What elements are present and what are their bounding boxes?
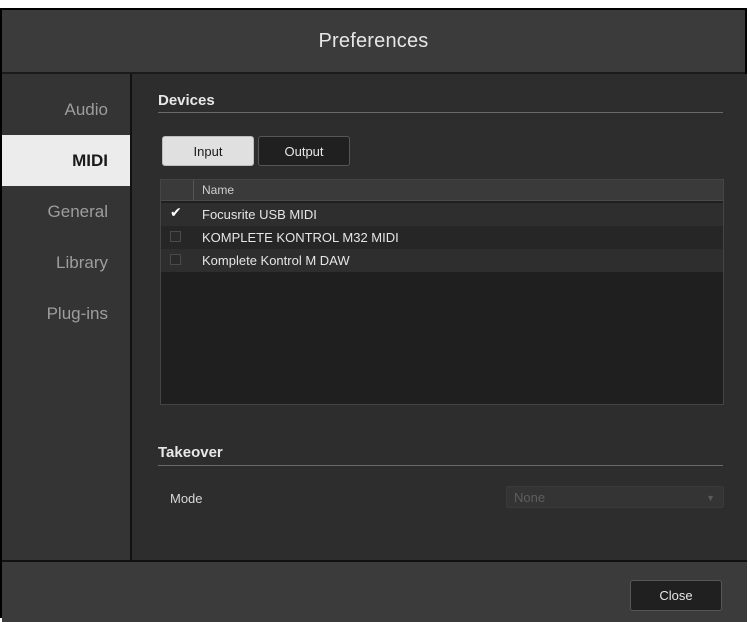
- table-header: Name: [161, 180, 723, 201]
- sidebar-item-library[interactable]: Library: [2, 237, 130, 288]
- table-row[interactable]: Komplete Kontrol M DAW: [161, 249, 723, 272]
- device-name: Komplete Kontrol M DAW: [202, 253, 350, 268]
- checkbox-unchecked-icon[interactable]: [170, 231, 181, 242]
- preferences-window: Preferences Audio MIDI General Library P…: [0, 8, 747, 622]
- sidebar: Audio MIDI General Library Plug-ins: [2, 74, 132, 560]
- mode-value: None: [514, 490, 546, 505]
- input-tab-button[interactable]: Input: [162, 136, 254, 166]
- sidebar-item-midi[interactable]: MIDI: [2, 135, 130, 186]
- name-column-header: Name: [202, 183, 235, 197]
- mode-dropdown[interactable]: None ▼: [506, 486, 724, 508]
- table-row[interactable]: KOMPLETE KONTROL M32 MIDI: [161, 226, 723, 249]
- close-button[interactable]: Close: [630, 580, 722, 611]
- device-table: Name ✔ Focusrite USB MIDI KOMPLETE KONTR…: [160, 179, 724, 405]
- sidebar-item-plug-ins[interactable]: Plug-ins: [2, 288, 130, 339]
- mode-label: Mode: [170, 491, 203, 506]
- sidebar-item-general[interactable]: General: [2, 186, 130, 237]
- output-tab-button[interactable]: Output: [258, 136, 350, 166]
- content-panel: Devices Input Output Name ✔ Focusrite US…: [132, 74, 747, 560]
- takeover-heading: Takeover: [158, 444, 223, 461]
- device-name: KOMPLETE KONTROL M32 MIDI: [202, 230, 399, 245]
- devices-divider: [158, 112, 723, 113]
- devices-heading: Devices: [158, 92, 215, 109]
- takeover-divider: [158, 465, 723, 466]
- footer-bar: Close: [2, 560, 747, 622]
- checkbox-checked-icon[interactable]: ✔: [170, 205, 182, 219]
- device-name: Focusrite USB MIDI: [202, 207, 317, 222]
- window-title: Preferences: [318, 29, 429, 52]
- checkbox-unchecked-icon[interactable]: [170, 254, 181, 265]
- chevron-down-icon: ▼: [706, 493, 715, 503]
- title-bar: Preferences: [2, 10, 745, 74]
- checkbox-column-header: [161, 180, 194, 200]
- sidebar-item-audio[interactable]: Audio: [2, 84, 130, 135]
- table-row[interactable]: ✔ Focusrite USB MIDI: [161, 203, 723, 226]
